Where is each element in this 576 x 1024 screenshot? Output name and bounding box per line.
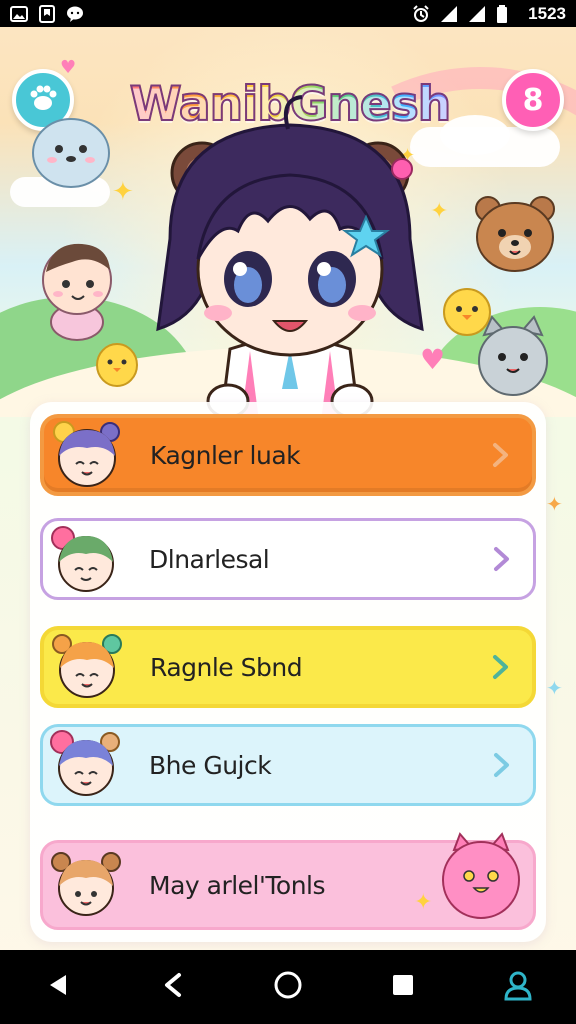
- status-left: [10, 4, 84, 23]
- alarm-icon: [412, 4, 430, 23]
- sparkle-icon: ✦: [546, 676, 563, 700]
- menu-item-2[interactable]: Dlnarlesal: [40, 518, 536, 600]
- chevron-right-icon: [486, 441, 514, 469]
- menu-item-label: Ragnle Sbnd: [150, 652, 303, 682]
- home-button[interactable]: [258, 957, 318, 1017]
- chevron-right-icon: [487, 751, 515, 779]
- nav-bar: [0, 950, 576, 1024]
- back-button[interactable]: [28, 957, 88, 1017]
- sparkle-icon: ✦: [546, 492, 563, 516]
- sparkle-icon: ✦: [414, 890, 433, 915]
- menu-item-label: Dlnarlesal: [149, 544, 270, 574]
- chick-mascot: [94, 337, 140, 389]
- cat-mascot: [474, 315, 552, 401]
- signal-icon: [440, 5, 458, 23]
- avatar: [47, 726, 125, 804]
- status-bar: 1523: [0, 0, 576, 27]
- status-right: 1523: [412, 4, 566, 24]
- avatar: [47, 520, 125, 598]
- chevron-right-icon: [486, 653, 514, 681]
- seal-mascot: [26, 105, 116, 195]
- bookmark-icon: [38, 4, 56, 23]
- hero-banner: ✦ ✦ ✦ ♥ ♥ WanibGnesh 8: [0, 27, 576, 417]
- profile-icon: [502, 969, 534, 1005]
- menu-item-4[interactable]: Bhe Gujck: [40, 724, 536, 806]
- recents-icon: [391, 973, 415, 1001]
- cat-mascot: [436, 830, 526, 920]
- baby-mascot: [32, 232, 122, 342]
- image-icon: [10, 5, 28, 23]
- menu-item-1[interactable]: Kagnler luak: [40, 414, 536, 496]
- profile-button[interactable]: [488, 957, 548, 1017]
- chevron-right-icon: [487, 545, 515, 573]
- main-character: [140, 89, 440, 417]
- bear-mascot: [470, 187, 560, 287]
- avatar: [48, 628, 126, 706]
- avatar: [48, 416, 126, 494]
- home-icon: [273, 970, 303, 1004]
- chat-bubble-icon: [66, 5, 84, 23]
- avatar: [47, 846, 125, 924]
- battery-icon: [496, 4, 514, 23]
- back-icon: [44, 971, 72, 1003]
- share-icon: [159, 971, 187, 1003]
- signal-icon: [468, 5, 486, 23]
- menu-item-3[interactable]: Ragnle Sbnd: [40, 626, 536, 708]
- menu-item-label: Bhe Gujck: [149, 750, 272, 780]
- share-button[interactable]: [143, 957, 203, 1017]
- menu-item-label: Kagnler luak: [150, 440, 301, 470]
- recents-button[interactable]: [373, 957, 433, 1017]
- status-time: 1523: [528, 3, 566, 23]
- badge-button[interactable]: 8: [502, 69, 564, 131]
